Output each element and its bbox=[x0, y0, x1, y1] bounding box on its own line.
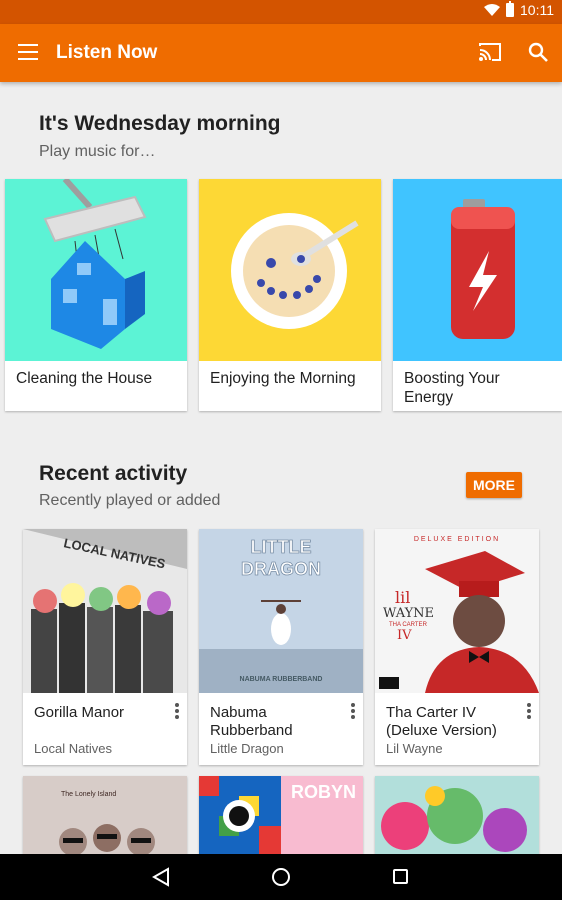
home-icon[interactable] bbox=[272, 868, 290, 886]
back-icon[interactable] bbox=[152, 867, 170, 887]
app-bar: Listen Now bbox=[0, 24, 562, 82]
status-icons: 10:11 bbox=[484, 1, 554, 18]
overflow-menu-icon[interactable] bbox=[527, 703, 531, 719]
album-card-gorilla-manor[interactable]: LOCAL NATIVES Gorilla Manor Local Native… bbox=[23, 529, 187, 765]
album-cover-edition: DELUXE EDITION bbox=[414, 536, 500, 543]
album-cover: ROBYN bbox=[199, 776, 363, 856]
album-card-tha-carter-iv[interactable]: DELUXE EDITION lil WAYNE THA CARTER IV T… bbox=[375, 529, 539, 765]
card-label: Cleaning the House bbox=[16, 370, 153, 387]
album-cover bbox=[375, 776, 539, 856]
album-art-local-natives: LOCAL NATIVES bbox=[23, 529, 187, 693]
cast-icon[interactable] bbox=[478, 42, 502, 62]
card-art-cleaning bbox=[5, 179, 187, 361]
album-cover-title: DRAGON bbox=[241, 559, 321, 579]
greeting-title: It's Wednesday morning bbox=[39, 112, 281, 135]
album-art-little-dragon: LITTLE DRAGON NABUMA RUBBERBAND bbox=[199, 529, 363, 693]
album-cover: The Lonely Island bbox=[23, 776, 187, 856]
situation-card-cleaning[interactable]: Cleaning the House bbox=[5, 179, 187, 411]
album-card-lonely-island[interactable]: The Lonely Island bbox=[23, 776, 187, 856]
search-icon[interactable] bbox=[528, 42, 548, 62]
status-time: 10:11 bbox=[520, 2, 554, 18]
card-label: Enjoying the Morning bbox=[210, 370, 356, 387]
album-cover: LOCAL NATIVES bbox=[23, 529, 187, 693]
album-cover-subtitle: NABUMA RUBBERBAND bbox=[240, 676, 323, 683]
album-cover-text: ROBYN bbox=[291, 782, 356, 802]
album-card-robyn[interactable]: ROBYN bbox=[199, 776, 363, 856]
album-artist: Lil Wayne bbox=[386, 741, 443, 756]
recent-apps-icon[interactable] bbox=[393, 869, 408, 884]
situation-card-energy[interactable]: Boosting Your Energy bbox=[393, 179, 562, 411]
album-name: Nabuma Rubberband bbox=[210, 704, 293, 739]
album-card-colorful[interactable] bbox=[375, 776, 539, 856]
card-art-energy bbox=[393, 179, 562, 361]
situation-card-morning[interactable]: Enjoying the Morning bbox=[199, 179, 381, 411]
album-art-colorful bbox=[375, 776, 539, 856]
vacuum-house-illustration bbox=[43, 179, 147, 349]
album-cover-text: The Lonely Island bbox=[61, 791, 116, 798]
card-label: Boosting Your Energy bbox=[404, 370, 500, 406]
album-name: Tha Carter IV (Deluxe Version) bbox=[386, 704, 497, 739]
album-cover-text: IV bbox=[397, 628, 412, 643]
recent-title: Recent activity bbox=[39, 462, 188, 485]
status-bar: 10:11 bbox=[0, 0, 562, 24]
recent-subtitle: Recently played or added bbox=[39, 492, 221, 509]
album-card-nabuma-rubberband[interactable]: LITTLE DRAGON NABUMA RUBBERBAND Nabuma R… bbox=[199, 529, 363, 765]
cereal-bowl-illustration bbox=[231, 213, 359, 329]
album-art-lil-wayne: DELUXE EDITION lil WAYNE THA CARTER IV bbox=[375, 529, 539, 693]
album-name: Gorilla Manor bbox=[34, 704, 125, 721]
overflow-menu-icon[interactable] bbox=[351, 703, 355, 719]
album-cover-text: lil bbox=[395, 588, 410, 607]
hamburger-menu-icon[interactable] bbox=[18, 44, 38, 60]
album-cover: DELUXE EDITION lil WAYNE THA CARTER IV bbox=[375, 529, 539, 693]
album-art-lonely-island: The Lonely Island bbox=[23, 776, 187, 856]
album-artist: Little Dragon bbox=[210, 741, 284, 756]
battery-illustration bbox=[451, 199, 515, 339]
album-cover: LITTLE DRAGON NABUMA RUBBERBAND bbox=[199, 529, 363, 693]
card-art-morning bbox=[199, 179, 381, 361]
wifi-icon bbox=[484, 4, 500, 16]
more-button[interactable]: MORE bbox=[466, 472, 522, 498]
system-nav-bar bbox=[0, 854, 562, 900]
overflow-menu-icon[interactable] bbox=[175, 703, 179, 719]
album-artist: Local Natives bbox=[34, 741, 113, 756]
album-art-collage: ROBYN bbox=[199, 776, 363, 856]
page-title: Listen Now bbox=[56, 42, 158, 63]
album-cover-title: LITTLE bbox=[251, 537, 312, 557]
advisory-label bbox=[379, 677, 399, 689]
greeting-subtitle: Play music for… bbox=[39, 143, 156, 160]
album-cover-text: WAYNE bbox=[383, 606, 434, 621]
battery-icon bbox=[506, 1, 514, 17]
